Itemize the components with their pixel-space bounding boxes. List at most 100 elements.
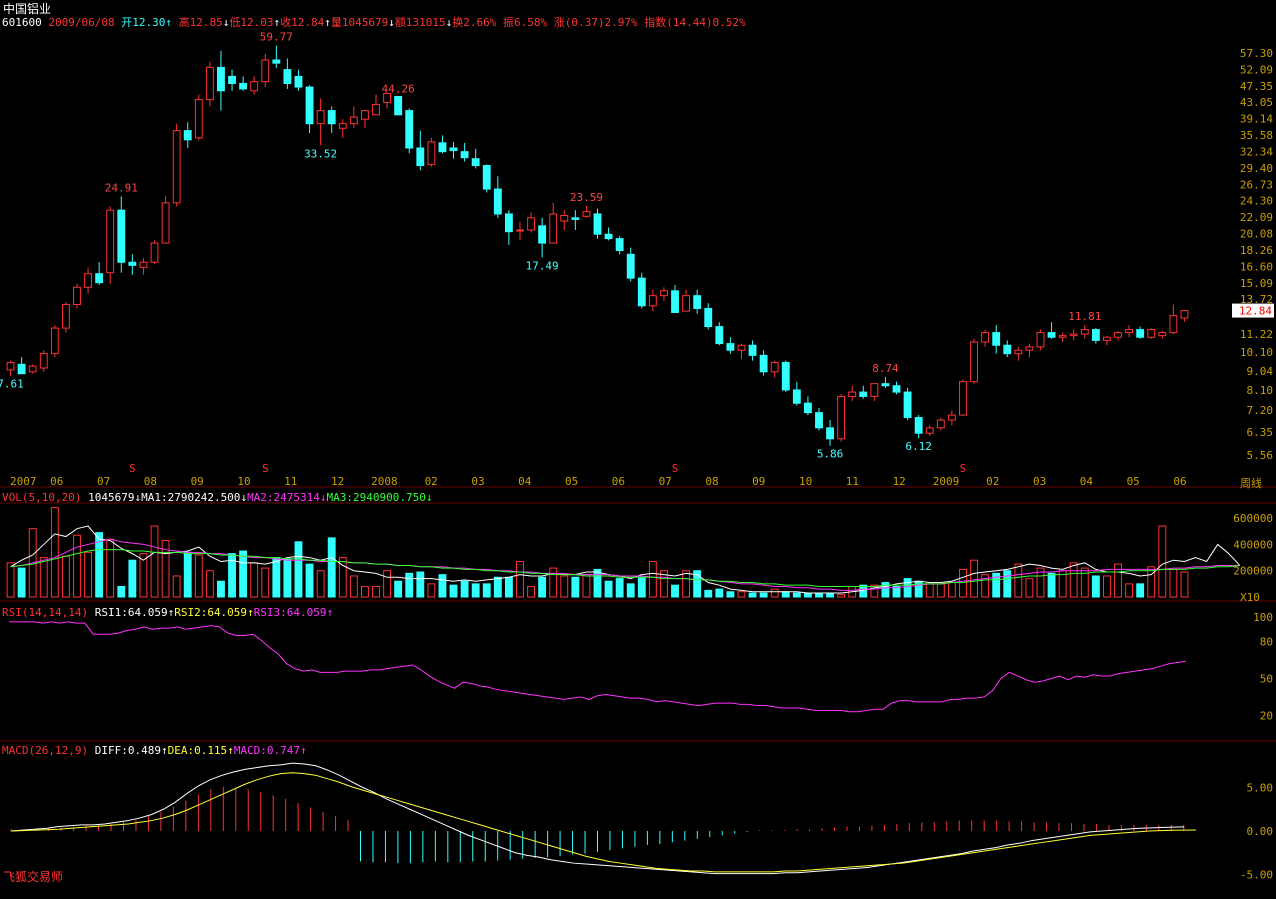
- vol-tick-label: 600000: [1233, 512, 1273, 525]
- candle-body: [1047, 332, 1056, 338]
- candle-body: [28, 365, 37, 373]
- price-annotation: 24.91: [105, 181, 138, 194]
- candle: [294, 69, 303, 91]
- candle-body: [947, 414, 956, 421]
- price-tick-label: 39.14: [1240, 113, 1273, 126]
- volume-bar: [183, 551, 192, 598]
- candle: [349, 106, 358, 129]
- candle: [250, 76, 259, 95]
- candle: [1003, 340, 1012, 358]
- volume-bar: [1136, 583, 1145, 598]
- candle: [815, 407, 823, 431]
- x-axis-label: 09: [191, 475, 204, 488]
- price-tick-label: 32.34: [1240, 145, 1273, 158]
- volume-bar: [482, 583, 491, 598]
- price-tick-label: 24.30: [1240, 195, 1273, 208]
- candle: [150, 240, 159, 265]
- candle-body: [682, 295, 691, 312]
- candle: [1036, 329, 1045, 351]
- candle: [704, 303, 713, 330]
- quote-header: 601600 2009/06/08 开12.30↑ 高12.85↓低12.03↑…: [2, 16, 746, 29]
- candle: [615, 235, 624, 255]
- macd-tick-label: 0.00: [1247, 825, 1274, 838]
- s-marker: S: [960, 462, 967, 475]
- candle: [803, 396, 812, 416]
- candle-body: [1058, 335, 1067, 338]
- price-tick-label: 8.10: [1247, 384, 1274, 397]
- volume-bar: [626, 583, 635, 598]
- x-axis-label: 02: [986, 475, 999, 488]
- volume-bar: [172, 575, 181, 598]
- volume-bar: [50, 507, 59, 598]
- candle-body: [936, 419, 945, 429]
- x-axis-label: 10: [237, 475, 250, 488]
- volume-bar: [360, 585, 369, 598]
- volume-bar: [150, 525, 159, 598]
- candle: [1014, 346, 1023, 361]
- candle-body: [748, 344, 757, 356]
- x-axis-label: 03: [1033, 475, 1046, 488]
- vol-ma1: MA1:2790242.500: [141, 491, 241, 504]
- candle: [671, 284, 679, 313]
- volume-bar: [61, 555, 70, 598]
- candle-body: [372, 103, 380, 116]
- volume-bar: [416, 571, 425, 598]
- vol-ma3: MA3:2940900.750: [326, 491, 426, 504]
- x-axis-label: 04: [518, 475, 532, 488]
- volume-bar: [1147, 566, 1156, 598]
- volume-bar: [217, 580, 225, 598]
- vol-tick-label: 400000: [1233, 538, 1273, 551]
- period-label[interactable]: 周线: [1240, 475, 1262, 491]
- candle: [626, 247, 635, 282]
- volume-bar: [493, 576, 502, 598]
- candle: [759, 350, 768, 376]
- candle-body: [903, 391, 912, 419]
- candle: [128, 254, 137, 275]
- candle: [1058, 332, 1067, 342]
- candle-body: [892, 385, 901, 393]
- vol-legend: VOL(5,10,20) 1045679↓MA1:2790242.500↓MA2…: [2, 491, 433, 504]
- volume-bar: [1091, 575, 1100, 598]
- candle-body: [1069, 333, 1078, 337]
- volume-bar: [748, 592, 757, 598]
- price-tick-label: 20.08: [1240, 228, 1273, 241]
- candle-body: [460, 151, 469, 159]
- amount-value: 额131015: [394, 16, 446, 29]
- candle: [316, 98, 325, 146]
- rsi-tick-label: 20: [1260, 709, 1273, 722]
- candle-body: [671, 290, 679, 313]
- candle: [1114, 331, 1122, 341]
- candle-body: [870, 383, 879, 397]
- volume-bar: [405, 572, 414, 598]
- candle-body: [349, 116, 358, 125]
- volume-bar: [671, 584, 679, 598]
- candle-body: [560, 214, 569, 222]
- candle: [305, 85, 314, 133]
- stock-chart[interactable]: 57.30 52.09 47.35 43.05 39.14 35.58 32.34 29.40…: [0, 0, 1276, 899]
- x-axis-label: 04: [1080, 475, 1094, 488]
- rsi-line: [9, 621, 1186, 713]
- volume-bar: [1003, 570, 1012, 598]
- candle: [1047, 322, 1056, 339]
- candle-body: [228, 75, 236, 84]
- candle: [837, 394, 846, 442]
- volume-bar: [1169, 568, 1178, 598]
- candle-body: [117, 209, 126, 263]
- x-axis-label: 06: [612, 475, 625, 488]
- macd-legend: MACD(26,12,9) DIFF:0.489↑DEA:0.115↑MACD:…: [2, 744, 307, 757]
- candle: [327, 106, 336, 133]
- x-axis-label: 05: [565, 475, 578, 488]
- candle: [604, 227, 613, 241]
- candle-body: [881, 383, 890, 387]
- candle-body: [405, 110, 414, 149]
- candle-body: [6, 361, 15, 371]
- candle-body: [1025, 346, 1034, 351]
- volume-bar: [261, 567, 270, 598]
- candle: [792, 381, 801, 406]
- open-price: 开12.30: [121, 16, 166, 29]
- volume-bar: [582, 574, 591, 598]
- volume-bar: [272, 557, 281, 598]
- volume-bar: [504, 576, 513, 598]
- vol-tick-label: 200000: [1233, 565, 1273, 578]
- candle: [527, 212, 535, 233]
